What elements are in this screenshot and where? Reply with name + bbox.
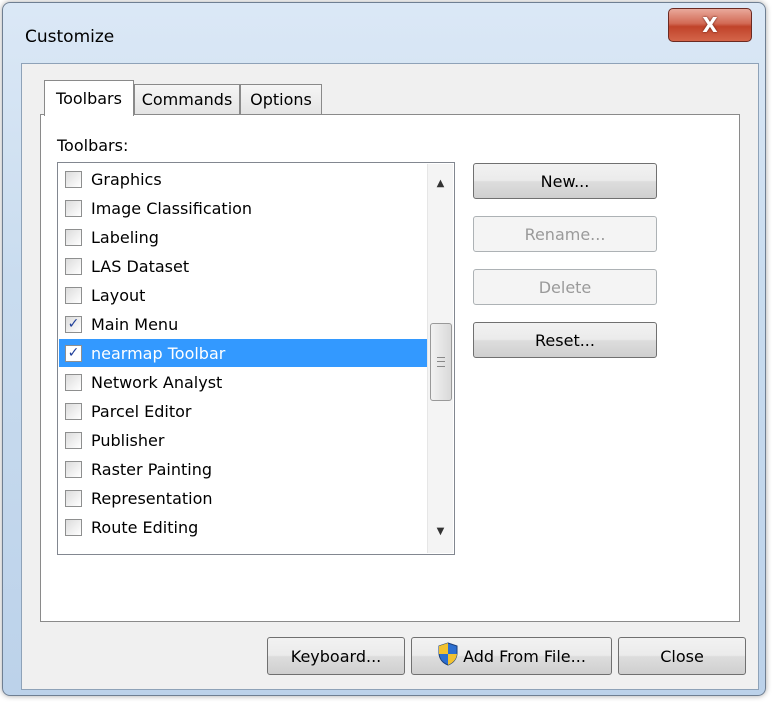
tab-commands[interactable]: Commands [134,84,240,114]
add-from-file-button[interactable]: Add From File... [411,637,612,675]
close-button[interactable]: Close [618,637,746,675]
check-icon: ✓ [67,345,80,361]
toolbar-checkbox[interactable]: ✓ [65,344,82,362]
listbox-vertical-scrollbar[interactable]: ▲ ▼ [427,164,453,553]
toolbar-checkbox[interactable] [65,460,82,478]
toolbar-checkbox[interactable] [65,257,82,275]
toolbar-checkbox[interactable] [65,286,82,304]
toolbar-list-item-label: Labeling [91,227,159,247]
toolbars-tab-panel: Toolbars: Graphics Image Classification La… [40,114,740,622]
rename-toolbar-button[interactable]: Rename... [473,216,657,252]
grip-icon [437,357,445,367]
toolbar-list-item[interactable]: Route Editing [59,513,427,541]
tab-toolbars-label: Toolbars [56,89,122,108]
close-button-label: Close [660,646,704,666]
toolbar-list-item-label: LAS Dataset [91,256,190,276]
toolbar-checkbox[interactable] [65,228,82,246]
toolbar-checkbox[interactable] [65,518,82,536]
customize-dialog: Customize X Toolbars Commands Options To… [2,2,766,696]
scrollbar-thumb[interactable] [430,323,452,401]
tab-options[interactable]: Options [240,84,322,114]
new-button-label: New... [540,171,590,191]
toolbar-list-item[interactable]: ✓ Main Menu [59,310,427,338]
toolbar-list-item-label: Image Classification [91,198,253,218]
new-toolbar-button[interactable]: New... [473,163,657,199]
tab-options-label: Options [250,90,312,109]
toolbar-list-item[interactable]: Representation [59,484,427,512]
reset-button-label: Reset... [535,330,595,350]
tab-commands-label: Commands [141,90,233,109]
close-icon: X [702,13,718,37]
reset-toolbar-button[interactable]: Reset... [473,322,657,358]
toolbar-list-item-label: Publisher [91,430,165,450]
toolbar-list-item-label: Route Editing [91,517,199,537]
toolbar-list-item-label: Network Analyst [91,372,223,392]
rename-button-label: Rename... [524,224,606,244]
add-from-file-button-label: Add From File... [463,646,586,666]
toolbar-list-item-label: Raster Painting [91,459,213,479]
toolbars-listbox[interactable]: Graphics Image Classification Labeling LAS … [57,162,455,555]
toolbar-list-item[interactable]: Network Analyst [59,368,427,396]
toolbar-list-item[interactable]: ✓ nearmap Toolbar [59,339,427,367]
delete-button-label: Delete [538,277,592,297]
toolbar-list-item-label: Parcel Editor [91,401,192,421]
toolbar-checkbox[interactable] [65,489,82,507]
check-icon: ✓ [67,316,80,332]
toolbar-list-item[interactable]: Raster Painting [59,455,427,483]
toolbar-checkbox[interactable] [65,402,82,420]
toolbar-list-item-label: Layout [91,285,146,305]
toolbar-list-item[interactable]: LAS Dataset [59,252,427,280]
toolbar-list-item-label: Main Menu [91,314,179,334]
toolbar-checkbox[interactable]: ✓ [65,315,82,333]
toolbar-checkbox[interactable] [65,431,82,449]
window-close-button[interactable]: X [668,8,752,42]
toolbar-checkbox[interactable] [65,170,82,188]
dialog-client-area: Toolbars Commands Options Toolbars: Grap… [21,63,759,690]
keyboard-button[interactable]: Keyboard... [267,637,405,675]
scroll-down-arrow-icon[interactable]: ▼ [428,520,453,542]
toolbar-list-item-label: nearmap Toolbar [91,343,226,363]
tab-toolbars[interactable]: Toolbars [44,80,134,116]
toolbar-list-item[interactable]: Image Classification [59,194,427,222]
toolbar-list-item[interactable]: Parcel Editor [59,397,427,425]
toolbar-list-item[interactable]: Labeling [59,223,427,251]
toolbars-list-label: Toolbars: [57,136,129,155]
scroll-up-arrow-icon[interactable]: ▲ [428,172,453,194]
toolbar-checkbox[interactable] [65,199,82,217]
toolbar-list-item[interactable]: Graphics [59,165,427,193]
toolbar-checkbox[interactable] [65,373,82,391]
uac-shield-icon [437,642,459,670]
toolbar-list-item[interactable]: Publisher [59,426,427,454]
toolbar-list-item-label: Graphics [91,169,162,189]
toolbar-list-item[interactable]: Layout [59,281,427,309]
window-title: Customize [25,27,115,47]
delete-toolbar-button[interactable]: Delete [473,269,657,305]
toolbar-list-item-label: Representation [91,488,213,508]
keyboard-button-label: Keyboard... [290,646,382,666]
